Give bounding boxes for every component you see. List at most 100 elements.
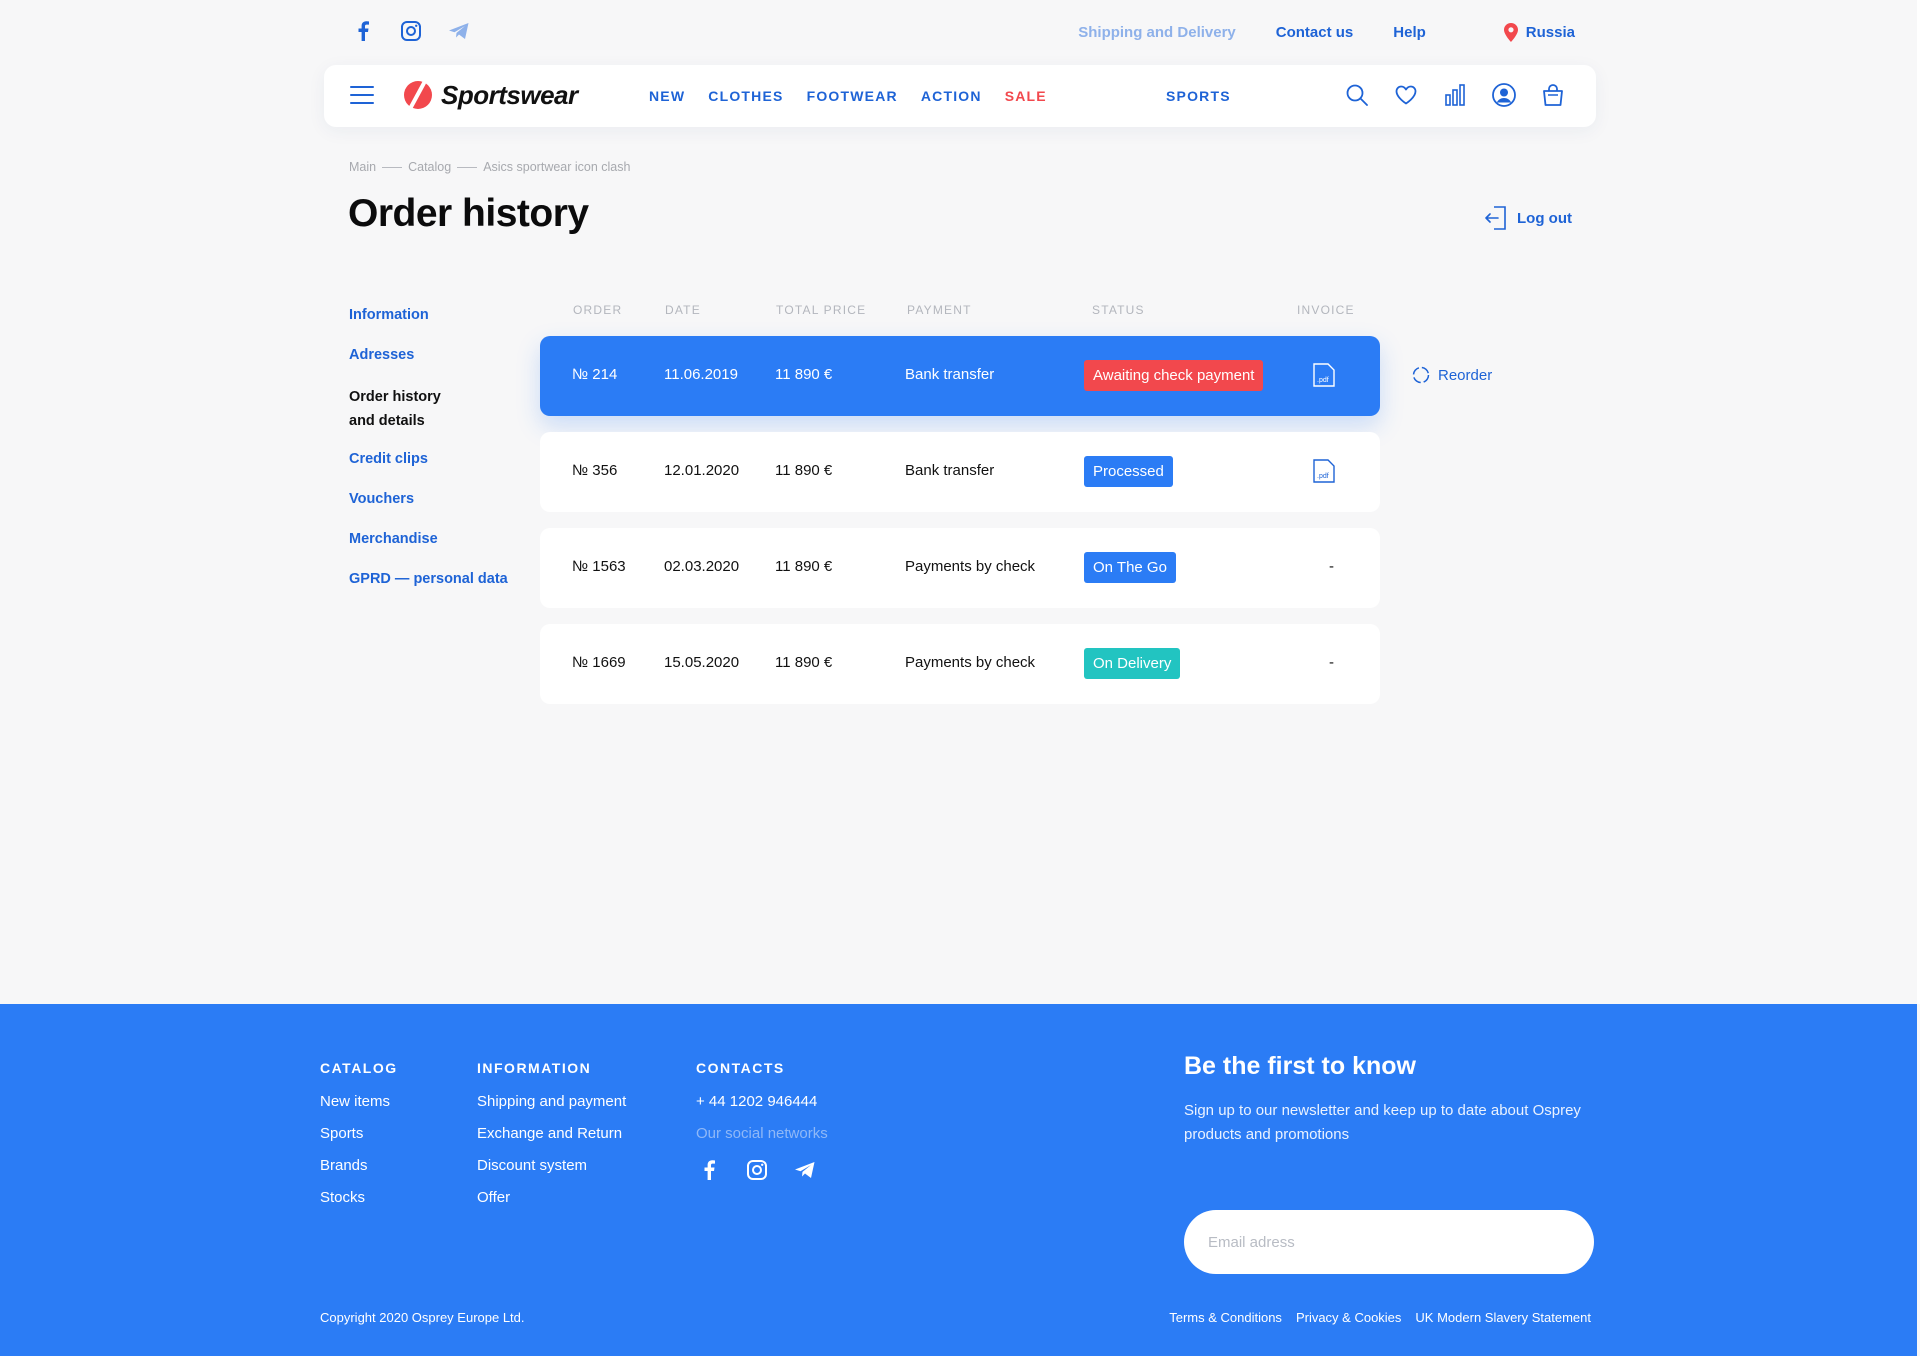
status-badge: Processed <box>1084 456 1173 487</box>
contact-us-link[interactable]: Contact us <box>1276 24 1354 41</box>
order-number: № 214 <box>572 366 618 383</box>
facebook-icon[interactable] <box>696 1157 722 1183</box>
logo-mark-icon <box>404 81 432 109</box>
location-pin-icon <box>1503 23 1518 42</box>
footer-information: INFORMATION Shipping and payment Exchang… <box>477 1059 626 1221</box>
sidebar-item-adresses[interactable]: Adresses <box>349 345 529 365</box>
cart-icon[interactable] <box>1540 82 1566 108</box>
table-row[interactable]: № 214 11.06.2019 11 890 € Bank transfer … <box>540 336 1380 416</box>
order-number: № 1563 <box>572 558 626 575</box>
footer-link-discount[interactable]: Discount system <box>477 1157 626 1175</box>
legal-links: Terms & Conditions Privacy & Cookies UK … <box>1169 1310 1591 1325</box>
help-link[interactable]: Help <box>1393 24 1426 41</box>
shipping-delivery-link[interactable]: Shipping and Delivery <box>1078 24 1236 41</box>
order-date: 15.05.2020 <box>664 654 740 671</box>
footer-link-exchange[interactable]: Exchange and Return <box>477 1125 626 1143</box>
newsletter-text: Sign up to our newsletter and keep up to… <box>1184 1102 1581 1143</box>
column-header-status: STATUS <box>1092 303 1145 317</box>
logout-button[interactable]: Log out <box>1485 206 1572 230</box>
sidebar-item-vouchers[interactable]: Vouchers <box>349 489 529 509</box>
account-sidebar: Information Adresses Order history and d… <box>349 305 529 609</box>
top-links: Shipping and Delivery Contact us Help Ru… <box>1038 23 1575 42</box>
footer-link-brands[interactable]: Brands <box>320 1157 398 1175</box>
top-bar: Shipping and Delivery Contact us Help Ru… <box>350 14 1575 50</box>
heart-icon[interactable] <box>1393 82 1419 108</box>
footer-link-sports[interactable]: Sports <box>320 1125 398 1143</box>
footer-social-links <box>696 1157 828 1183</box>
column-header-invoice: INVOICE <box>1297 303 1355 317</box>
order-total: 11 890 € <box>775 366 833 383</box>
column-header-order: ORDER <box>573 303 623 317</box>
user-icon[interactable] <box>1491 82 1517 108</box>
instagram-icon[interactable] <box>744 1157 770 1183</box>
nav-sports[interactable]: SPORTS <box>1166 88 1231 104</box>
nav-new[interactable]: NEW <box>649 88 685 104</box>
footer-link-new-items[interactable]: New items <box>320 1093 398 1111</box>
column-header-payment: PAYMENT <box>907 303 972 317</box>
main-nav: NEW CLOTHES FOOTWEAR ACTION SALE <box>649 88 1070 104</box>
sidebar-item-merchandise[interactable]: Merchandise <box>349 529 529 549</box>
sidebar-item-order-history[interactable]: Order history and details <box>349 385 459 433</box>
order-payment: Payments by check <box>905 654 1036 671</box>
invoice-empty: - <box>1329 558 1334 575</box>
menu-burger-icon[interactable] <box>350 86 374 106</box>
order-total: 11 890 € <box>775 654 833 671</box>
reorder-icon <box>1412 366 1430 384</box>
footer-link-shipping[interactable]: Shipping and payment <box>477 1093 626 1111</box>
reorder-button[interactable]: Reorder <box>1412 366 1492 384</box>
header-icons <box>1344 82 1566 108</box>
pdf-invoice-icon[interactable]: .pdf <box>1313 363 1335 387</box>
modern-slavery-link[interactable]: UK Modern Slavery Statement <box>1415 1310 1591 1325</box>
privacy-link[interactable]: Privacy & Cookies <box>1296 1310 1401 1325</box>
compare-icon[interactable] <box>1442 82 1468 108</box>
table-row[interactable]: № 1669 15.05.2020 11 890 € Payments by c… <box>540 624 1380 704</box>
logo[interactable]: Sportswear <box>403 79 578 111</box>
svg-text:.pdf: .pdf <box>1317 473 1329 480</box>
order-total: 11 890 € <box>775 462 833 479</box>
sidebar-item-credit-clips[interactable]: Credit clips <box>349 449 529 469</box>
sidebar-item-gprd[interactable]: GPRD — personal data <box>349 569 529 589</box>
sidebar-item-information[interactable]: Information <box>349 305 529 325</box>
copyright: Copyright 2020 Osprey Europe Ltd. <box>320 1310 525 1325</box>
nav-footwear[interactable]: FOOTWEAR <box>807 88 898 104</box>
telegram-icon[interactable] <box>446 18 472 44</box>
footer-phone[interactable]: + 44 1202 946444 <box>696 1093 828 1111</box>
table-row[interactable]: № 356 12.01.2020 11 890 € Bank transfer … <box>540 432 1380 512</box>
breadcrumb: Main Catalog Asics sportwear icon clash <box>349 160 630 174</box>
column-header-date: DATE <box>665 303 701 317</box>
terms-link[interactable]: Terms & Conditions <box>1169 1310 1282 1325</box>
telegram-icon[interactable] <box>792 1157 818 1183</box>
status-badge: On The Go <box>1084 552 1176 583</box>
nav-clothes[interactable]: CLOTHES <box>708 88 783 104</box>
instagram-icon[interactable] <box>398 18 424 44</box>
order-number: № 1669 <box>572 654 626 671</box>
footer-contacts-heading: CONTACTS <box>696 1060 785 1076</box>
order-number: № 356 <box>572 462 618 479</box>
breadcrumb-catalog[interactable]: Catalog <box>408 160 451 174</box>
footer-contacts: CONTACTS + 44 1202 946444 Our social net… <box>696 1059 828 1183</box>
order-payment: Payments by check <box>905 558 1036 575</box>
pdf-invoice-icon[interactable]: .pdf <box>1313 459 1335 483</box>
nav-sale[interactable]: SALE <box>1005 88 1047 104</box>
facebook-icon[interactable] <box>350 18 376 44</box>
logout-icon <box>1485 206 1506 230</box>
status-badge: On Delivery <box>1084 648 1181 679</box>
nav-action[interactable]: ACTION <box>921 88 982 104</box>
footer-catalog-heading: CATALOG <box>320 1060 398 1076</box>
main-header: Sportswear NEW CLOTHES FOOTWEAR ACTION S… <box>324 65 1596 127</box>
order-date: 11.06.2019 <box>664 366 738 383</box>
order-payment: Bank transfer <box>905 462 995 479</box>
region-selector[interactable]: Russia <box>1503 23 1575 42</box>
breadcrumb-main[interactable]: Main <box>349 160 376 174</box>
footer-link-offer[interactable]: Offer <box>477 1189 626 1207</box>
footer-social-label: Our social networks <box>696 1125 828 1142</box>
logout-label: Log out <box>1517 209 1572 227</box>
footer-link-stocks[interactable]: Stocks <box>320 1189 398 1207</box>
table-row[interactable]: № 1563 02.03.2020 11 890 € Payments by c… <box>540 528 1380 608</box>
newsletter-title: Be the first to know <box>1184 1052 1416 1080</box>
status-badge: Awaiting check payment <box>1084 360 1264 391</box>
search-icon[interactable] <box>1344 82 1370 108</box>
email-field[interactable] <box>1184 1210 1594 1274</box>
breadcrumb-current: Asics sportwear icon clash <box>483 160 631 174</box>
order-payment: Bank transfer <box>905 366 995 383</box>
